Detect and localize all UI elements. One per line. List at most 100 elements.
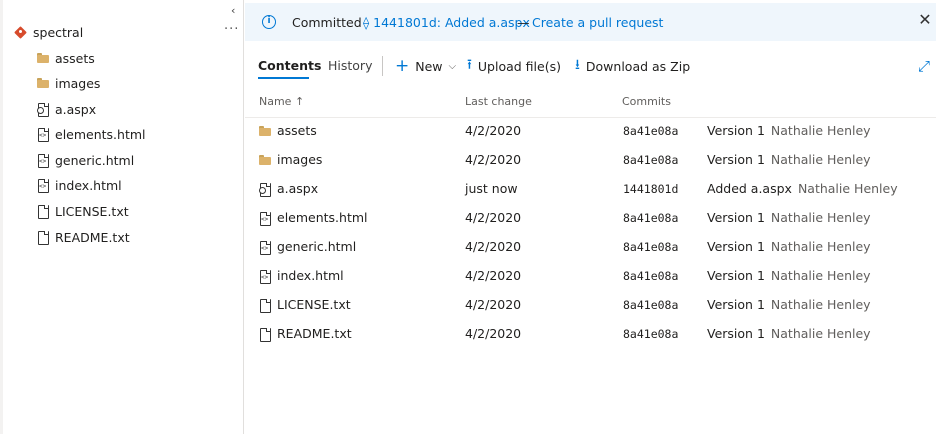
commit-author: Nathalie Henley bbox=[770, 210, 871, 225]
name-cell[interactable]: assets bbox=[258, 123, 317, 138]
tree-item-images[interactable]: images bbox=[36, 73, 100, 93]
aspx-file-icon bbox=[258, 182, 272, 197]
commit-id-link[interactable]: 8a41e08a bbox=[623, 211, 678, 225]
file-name: assets bbox=[277, 123, 317, 138]
table-row[interactable]: <> generic.html 4/2/2020 8a41e08a Versio… bbox=[245, 233, 936, 262]
last-change-cell: 4/2/2020 bbox=[465, 123, 522, 138]
tree-item-index-html[interactable]: <> index.html bbox=[36, 175, 122, 195]
commit-message-cell: Version 1 Nathalie Henley bbox=[707, 326, 871, 341]
aspx-file-icon bbox=[36, 102, 50, 117]
tab-history[interactable]: History bbox=[328, 58, 372, 73]
commit-id-link[interactable]: 8a41e08a bbox=[623, 327, 678, 341]
table-row[interactable]: <> index.html 4/2/2020 8a41e08a Version … bbox=[245, 262, 936, 291]
tree-item-assets[interactable]: assets bbox=[36, 48, 95, 68]
commit-message: Version 1 bbox=[707, 123, 765, 138]
name-cell[interactable]: <> index.html bbox=[258, 268, 344, 284]
tree-item-label: images bbox=[55, 75, 101, 91]
name-cell[interactable]: README.txt bbox=[258, 326, 352, 342]
file-icon bbox=[36, 230, 50, 245]
repo-name: spectral bbox=[33, 24, 84, 40]
name-cell[interactable]: <> generic.html bbox=[258, 239, 357, 255]
commit-author: Nathalie Henley bbox=[770, 152, 871, 167]
upload-files-button[interactable]: ⭱ Upload file(s) bbox=[467, 56, 561, 76]
tree-item-a-aspx[interactable]: a.aspx bbox=[36, 99, 96, 119]
table-row[interactable]: images 4/2/2020 8a41e08a Version 1 Nathal… bbox=[245, 146, 936, 175]
expand-icon[interactable]: ⤢ bbox=[918, 57, 930, 75]
commit-message-cell: Version 1 Nathalie Henley bbox=[707, 210, 871, 225]
code-file-icon: <> bbox=[258, 240, 272, 255]
column-header-commits: Commits bbox=[622, 95, 671, 108]
more-options-icon[interactable]: ··· bbox=[224, 22, 239, 37]
table-row[interactable]: <> elements.html 4/2/2020 8a41e08a Versi… bbox=[245, 204, 936, 233]
file-icon bbox=[36, 204, 50, 219]
commit-author: Nathalie Henley bbox=[770, 123, 871, 138]
commit-message: Version 1 bbox=[707, 297, 765, 312]
name-cell[interactable]: a.aspx bbox=[258, 181, 318, 197]
repo-root-item[interactable]: spectral ··· bbox=[14, 22, 242, 42]
file-name: generic.html bbox=[277, 239, 357, 254]
file-icon bbox=[258, 327, 272, 342]
folder-icon bbox=[36, 76, 50, 90]
tree-item-label: generic.html bbox=[55, 152, 135, 168]
tree-item-readme-txt[interactable]: README.txt bbox=[36, 227, 130, 247]
tree-item-elements-html[interactable]: <> elements.html bbox=[36, 124, 146, 144]
commit-message: Version 1 bbox=[707, 326, 765, 341]
commit-link[interactable]: ⟠ 1441801d: Added a.aspx bbox=[363, 15, 530, 30]
commit-author: Nathalie Henley bbox=[770, 268, 871, 283]
download-icon: ⭳ bbox=[575, 57, 580, 73]
collapse-sidebar-icon[interactable]: ‹ bbox=[231, 4, 235, 17]
file-tree-sidebar: ‹ spectral ··· assets images a.aspx <> e… bbox=[0, 0, 244, 434]
file-icon bbox=[258, 298, 272, 313]
file-name: index.html bbox=[277, 268, 344, 283]
commit-message-cell: Version 1 Nathalie Henley bbox=[707, 239, 871, 254]
commit-id-link[interactable]: 8a41e08a bbox=[623, 124, 678, 138]
name-cell[interactable]: images bbox=[258, 152, 322, 167]
commit-author: Nathalie Henley bbox=[770, 326, 871, 341]
tree-item-label: README.txt bbox=[55, 229, 130, 245]
name-cell[interactable]: LICENSE.txt bbox=[258, 297, 351, 313]
commit-message: Version 1 bbox=[707, 152, 765, 167]
commit-message-cell: Version 1 Nathalie Henley bbox=[707, 123, 871, 138]
tree-item-license-txt[interactable]: LICENSE.txt bbox=[36, 201, 129, 221]
commit-message: Version 1 bbox=[707, 210, 765, 225]
table-row[interactable]: assets 4/2/2020 8a41e08a Version 1 Nathal… bbox=[245, 117, 936, 146]
new-button[interactable]: + New ⌵ bbox=[395, 56, 456, 76]
commit-banner: i Committed ⟠ 1441801d: Added a.aspx — C… bbox=[245, 3, 936, 41]
close-icon[interactable]: ✕ bbox=[917, 12, 933, 28]
commit-id-link[interactable]: 1441801d bbox=[623, 182, 678, 196]
download-button-label: Download as Zip bbox=[585, 58, 691, 74]
name-cell[interactable]: <> elements.html bbox=[258, 210, 368, 226]
chevron-down-icon: ⌵ bbox=[448, 60, 457, 72]
commit-id-link[interactable]: 8a41e08a bbox=[623, 298, 678, 312]
folder-icon bbox=[258, 124, 272, 138]
info-icon: i bbox=[262, 15, 276, 29]
tree-item-generic-html[interactable]: <> generic.html bbox=[36, 150, 134, 170]
table-row[interactable]: LICENSE.txt 4/2/2020 8a41e08a Version 1 N… bbox=[245, 291, 936, 320]
last-change-cell: 4/2/2020 bbox=[465, 268, 522, 283]
file-name: elements.html bbox=[277, 210, 368, 225]
commit-message-cell: Version 1 Nathalie Henley bbox=[707, 152, 871, 167]
commit-message: Version 1 bbox=[707, 239, 765, 254]
commit-id-link[interactable]: 8a41e08a bbox=[623, 153, 678, 167]
commit-id-link[interactable]: 8a41e08a bbox=[623, 240, 678, 254]
commit-message-cell: Version 1 Nathalie Henley bbox=[707, 297, 871, 312]
column-header-name[interactable]: Name ↑ bbox=[259, 95, 304, 108]
last-change-cell: just now bbox=[465, 181, 518, 196]
table-row[interactable]: README.txt 4/2/2020 8a41e08a Version 1 Na… bbox=[245, 320, 936, 349]
commit-author: Nathalie Henley bbox=[797, 181, 898, 196]
toolbar-divider bbox=[382, 56, 383, 76]
commit-id-link[interactable]: 8a41e08a bbox=[623, 269, 678, 283]
main-content: i Committed ⟠ 1441801d: Added a.aspx — C… bbox=[245, 0, 936, 434]
download-zip-button[interactable]: ⭳ Download as Zip bbox=[575, 56, 690, 76]
code-file-icon: <> bbox=[258, 211, 272, 226]
tree-item-label: elements.html bbox=[55, 126, 146, 142]
repo-icon bbox=[14, 26, 27, 39]
tab-contents[interactable]: Contents bbox=[258, 58, 321, 73]
commit-author: Nathalie Henley bbox=[770, 239, 871, 254]
last-change-cell: 4/2/2020 bbox=[465, 297, 522, 312]
table-row[interactable]: a.aspx just now 1441801d Added a.aspx Nat… bbox=[245, 175, 936, 204]
tree-item-label: assets bbox=[55, 50, 95, 66]
create-pull-request-link[interactable]: Create a pull request bbox=[532, 15, 663, 30]
plus-icon: + bbox=[395, 56, 410, 76]
column-header-last-change: Last change bbox=[465, 95, 532, 108]
